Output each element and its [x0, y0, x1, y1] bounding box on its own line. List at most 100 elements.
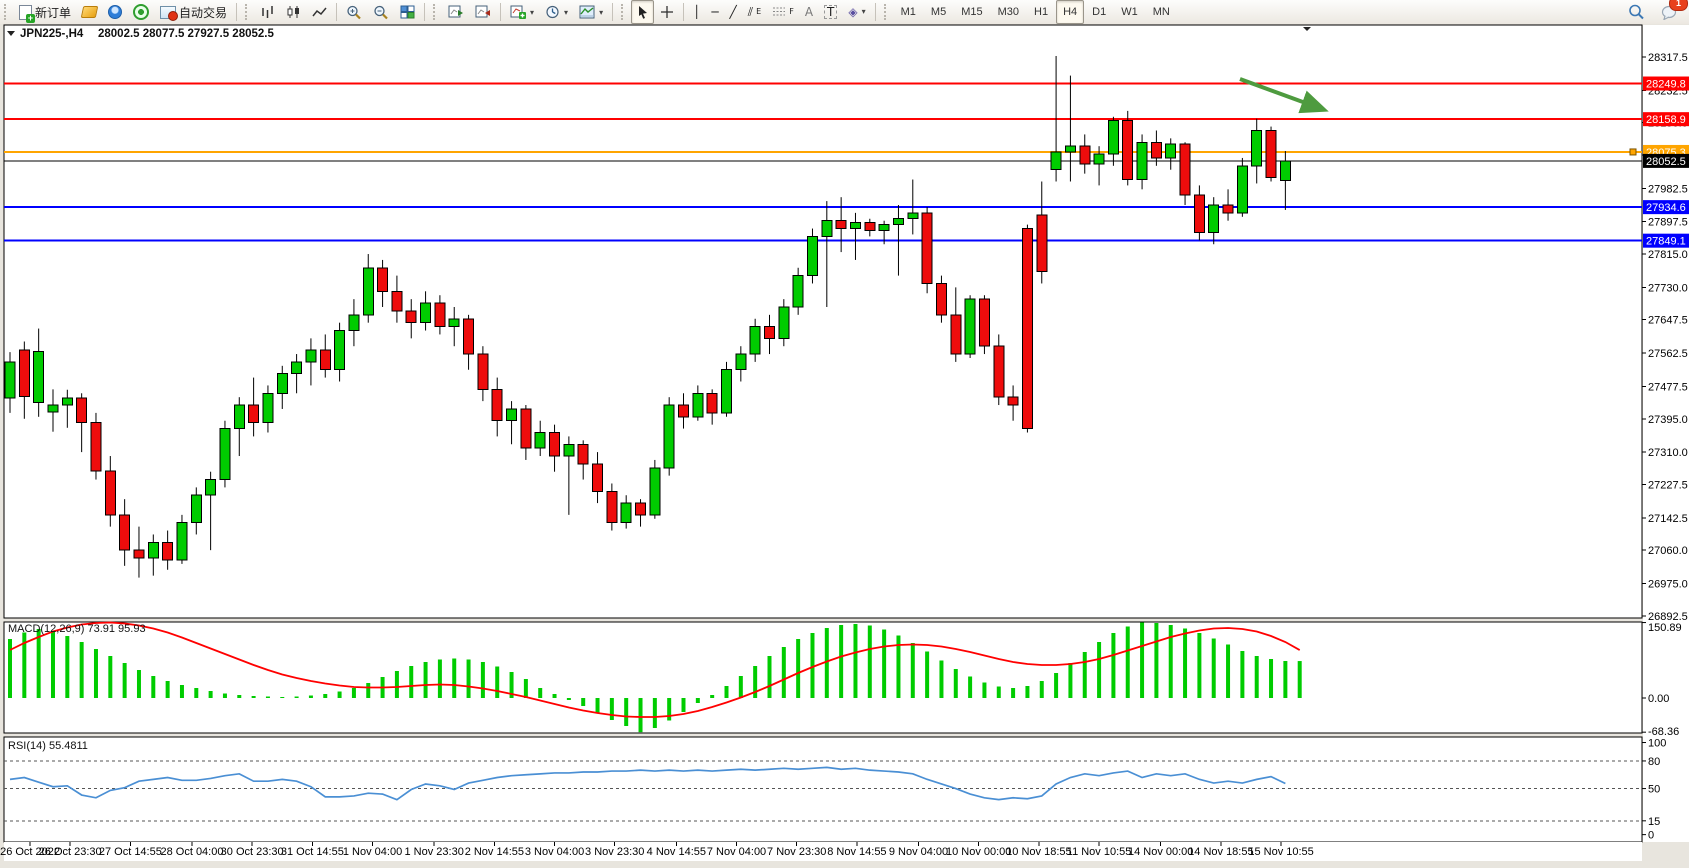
candle [1022, 229, 1032, 429]
zoom-out-button[interactable] [368, 0, 394, 24]
red-dot-icon [168, 11, 178, 21]
candle [836, 221, 846, 229]
crosshair-tool-button[interactable] [655, 0, 679, 24]
rsi-tick-label: 100 [1648, 738, 1666, 750]
line-chart-button[interactable] [307, 0, 332, 24]
time-tick-label: 26 Oct 23:30 [39, 846, 102, 858]
profile-prev-button[interactable] [470, 0, 496, 24]
time-tick-label: 3 Nov 04:00 [525, 846, 584, 858]
candle [105, 471, 115, 515]
market-depth-button[interactable] [77, 0, 102, 24]
person-icon [108, 5, 122, 19]
search-button[interactable] [1623, 0, 1650, 24]
rsi-tick-label: 50 [1648, 784, 1660, 796]
zoom-in-icon [346, 5, 362, 20]
profile-next-button[interactable] [443, 0, 469, 24]
candle [34, 352, 44, 403]
timeframe-d1-button[interactable]: D1 [1085, 0, 1113, 24]
candle [1180, 144, 1190, 195]
timeframe-m30-button[interactable]: M30 [991, 0, 1026, 24]
candle [1051, 152, 1061, 170]
candle [908, 213, 918, 219]
signals-button[interactable] [128, 0, 154, 24]
zoom-in-button[interactable] [341, 0, 367, 24]
vertical-line-icon: │ [693, 6, 700, 18]
trendline-tool-button[interactable]: ╱ [725, 0, 742, 24]
chart-window[interactable]: 28317.528232.528150.028067.527982.527897… [0, 24, 1689, 863]
cursor-tool-button[interactable] [631, 0, 654, 24]
candle [1094, 154, 1104, 164]
candle [19, 350, 29, 396]
candle [306, 350, 316, 362]
add-indicator-button[interactable]: ▾ [505, 0, 539, 24]
candle [578, 444, 588, 464]
price-badge-label: 28052.5 [1646, 156, 1686, 168]
candle [607, 491, 617, 522]
candlestick-chart-button[interactable] [281, 0, 306, 24]
search-icon [1628, 4, 1645, 20]
time-tick-label: 4 Nov 14:55 [647, 846, 706, 858]
toolbar-separator [424, 3, 425, 21]
notifications-button[interactable]: 1 [1656, 0, 1683, 24]
horizontal-line-icon: ─ [711, 6, 718, 18]
auto-trading-button[interactable]: 自动交易 [155, 0, 232, 24]
tile-windows-button[interactable] [395, 0, 420, 24]
vertical-line-tool-button[interactable]: │ [688, 0, 705, 24]
time-tick-label: 31 Oct 14:55 [281, 846, 344, 858]
label-tool-button[interactable]: T [819, 0, 842, 24]
time-tick-label: 28 Oct 04:00 [160, 846, 223, 858]
timeframe-h1-button[interactable]: H1 [1027, 0, 1055, 24]
price-tick-label: 27395.0 [1648, 414, 1688, 426]
candle [206, 480, 216, 496]
templates-button[interactable]: ▾ [574, 0, 608, 24]
candle [5, 362, 15, 398]
macd-panel [4, 622, 1642, 733]
shapes-tool-button[interactable]: ◈▾ [843, 0, 870, 24]
fibonacci-tool-button[interactable]: F [767, 0, 799, 24]
line-handle[interactable] [1630, 149, 1636, 155]
clock-icon [545, 5, 560, 19]
price-tick-label: 27562.5 [1648, 348, 1688, 360]
bar-chart-icon [260, 5, 275, 19]
timeframe-m5-button[interactable]: M5 [924, 0, 953, 24]
rsi-tick-label: 15 [1648, 816, 1660, 828]
periods-button[interactable]: ▾ [540, 0, 573, 24]
chart-canvas[interactable]: 28317.528232.528150.028067.527982.527897… [0, 24, 1689, 863]
new-order-button[interactable]: + 新订单 [14, 0, 76, 24]
candle [994, 346, 1004, 397]
candle [363, 268, 373, 315]
candle [134, 550, 144, 558]
timeframe-mn-button[interactable]: MN [1146, 0, 1177, 24]
signal-icon [133, 4, 149, 20]
toolbar-grip [433, 4, 439, 20]
horizontal-line-tool-button[interactable]: ─ [706, 0, 723, 24]
candle [249, 405, 259, 423]
timeframe-m1-button[interactable]: M1 [894, 0, 923, 24]
main-panel[interactable] [4, 25, 1642, 618]
candle [1137, 142, 1147, 179]
timeframe-w1-button[interactable]: W1 [1114, 0, 1145, 24]
candle [392, 291, 402, 311]
community-button[interactable] [103, 0, 127, 24]
candle [492, 389, 502, 420]
price-tick-label: 27897.5 [1648, 217, 1688, 229]
candle [263, 393, 273, 422]
timeframe-m15-button[interactable]: M15 [954, 0, 989, 24]
candle [521, 409, 531, 448]
candle [1209, 205, 1219, 232]
channel-icon: ⫽ [748, 6, 753, 18]
candle [979, 299, 989, 346]
timeframe-h4-button[interactable]: H4 [1056, 0, 1084, 24]
toolbar-grip [245, 4, 251, 20]
macd-tick-label: 0.00 [1648, 693, 1669, 705]
bar-chart-button[interactable] [255, 0, 280, 24]
candle [77, 398, 87, 423]
candle [822, 221, 832, 237]
price-badge-label: 28158.9 [1646, 114, 1686, 126]
channel-tool-button[interactable]: ⫽E [743, 0, 766, 24]
candle [220, 429, 230, 480]
notification-badge: 1 [1669, 0, 1688, 11]
crosshair-icon [660, 5, 674, 19]
candle [736, 354, 746, 370]
text-tool-button[interactable]: A [800, 0, 818, 24]
